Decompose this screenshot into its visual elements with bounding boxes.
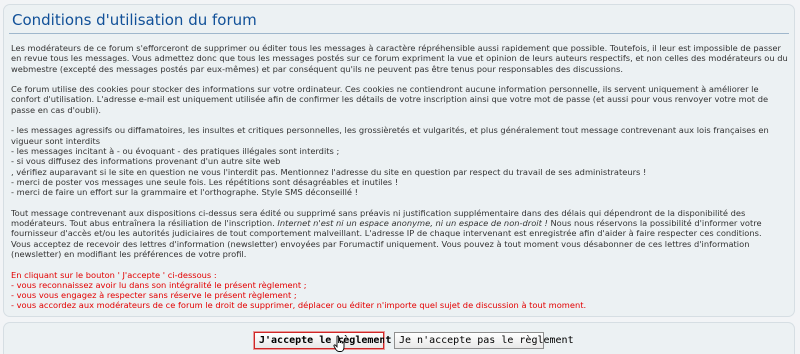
acceptance-notice: En cliquant sur le bouton ' J'accepte ' …	[11, 270, 789, 311]
acceptance-line: En cliquant sur le bouton ' J'accepte ' …	[11, 269, 217, 280]
hand-pointer-icon	[333, 335, 345, 352]
newsletter-text: Vous acceptez de recevoir des lettres d'…	[11, 238, 750, 259]
sanctions-emphasis: Internet n'est ni un espace anonyme, ni …	[277, 218, 548, 229]
terms-paragraph-moderation: Les modérateurs de ce forum s'efforceron…	[11, 43, 788, 74]
rule-item: - les messages agressifs ou diffamatoire…	[11, 125, 769, 146]
rule-item: - merci de poster vos messages une seule…	[11, 176, 399, 187]
terms-content: Les modérateurs de ce forum s'efforceron…	[11, 43, 789, 321]
terms-paragraph-cookies: Ce forum utilise des cookies pour stocke…	[11, 84, 769, 115]
rule-item: - si vous diffusez des informations prov…	[11, 156, 281, 167]
terms-paragraph-sanctions: Tout message contrevenant aux dispositio…	[11, 208, 789, 259]
rule-item: - merci de faire un effort sur la gramma…	[11, 187, 358, 198]
rule-item: , vérifiez auparavant si le site en ques…	[11, 166, 647, 177]
acceptance-line: - vous vous engagez à respecter sans rés…	[11, 290, 297, 301]
terms-panel: Conditions d'utilisation du forum Les mo…	[3, 4, 795, 317]
title-divider	[9, 33, 789, 34]
terms-rules-list: - les messages agressifs ou diffamatoire…	[11, 125, 789, 197]
acceptance-line: - vous accordez aux modérateurs de ce fo…	[11, 300, 587, 311]
button-bar: J'accepte le règlement Je n'accepte pas …	[3, 322, 795, 354]
page-title: Conditions d'utilisation du forum	[12, 11, 257, 29]
rule-item: - les messages incitant à - ou évoquant …	[11, 145, 340, 156]
decline-rules-button[interactable]: Je n'accepte pas le règlement	[394, 332, 574, 349]
accept-rules-button[interactable]: J'accepte le règlement	[253, 331, 391, 350]
acceptance-line: - vous reconnaissez avoir lu dans son in…	[11, 279, 307, 290]
